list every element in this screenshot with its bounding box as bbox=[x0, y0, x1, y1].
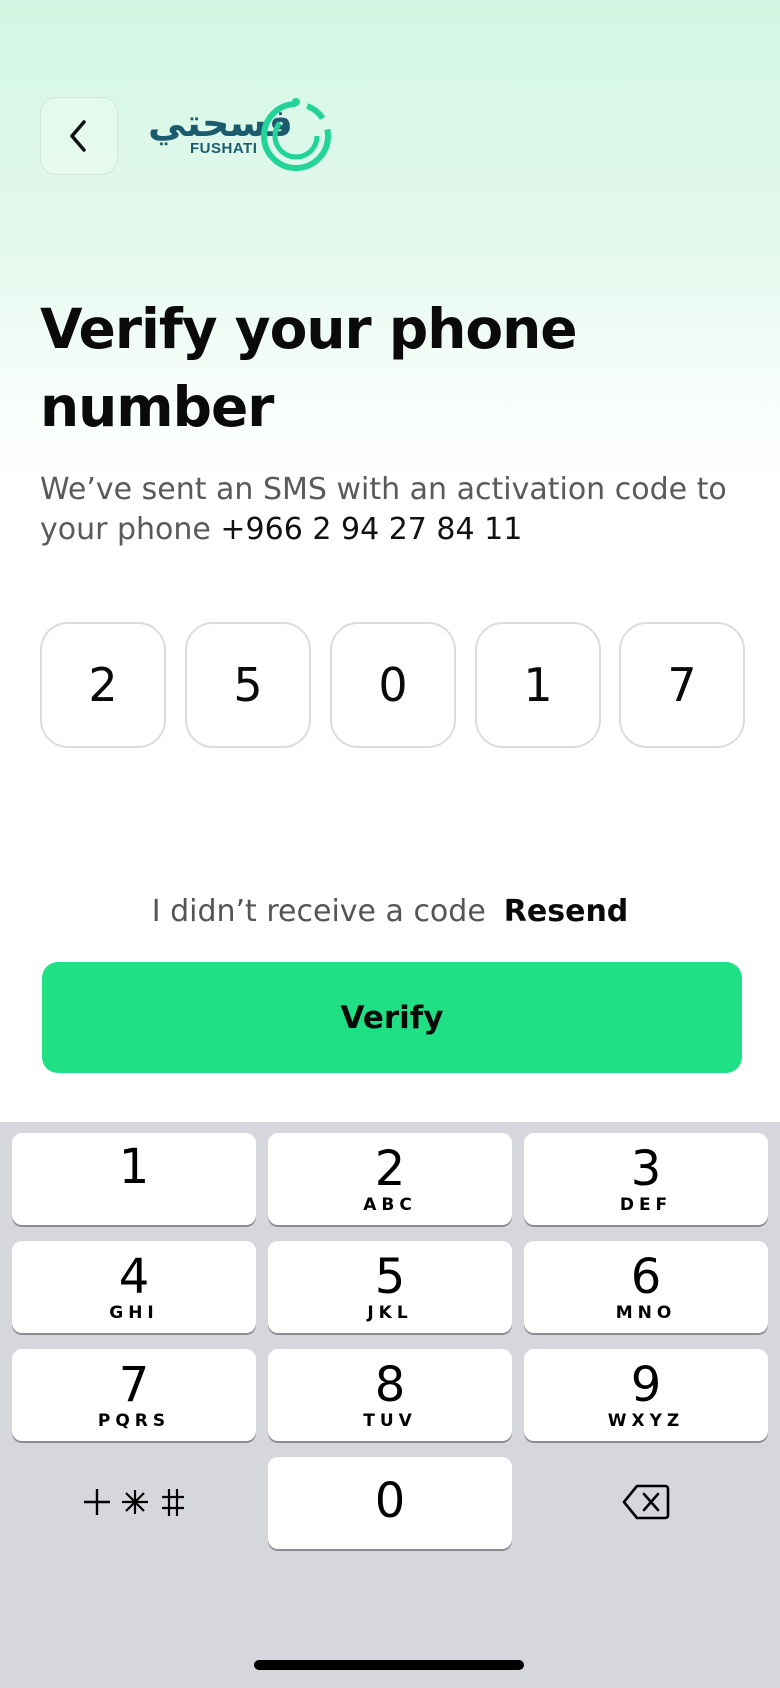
symbols-key[interactable] bbox=[12, 1456, 256, 1548]
key-7-letters: PQRS bbox=[97, 1411, 171, 1431]
key-4-letters: GHI bbox=[109, 1303, 159, 1323]
key-1[interactable]: 1 bbox=[12, 1133, 256, 1225]
page-title: Verify your phone number bbox=[40, 297, 578, 439]
key-0[interactable]: 0 bbox=[268, 1457, 512, 1549]
key-2-digit: 2 bbox=[374, 1141, 406, 1197]
otp-digit-2[interactable]: 5 bbox=[185, 622, 311, 748]
otp-digit-3[interactable]: 0 bbox=[330, 622, 456, 748]
key-1-digit: 1 bbox=[118, 1139, 150, 1195]
key-8-letters: TUV bbox=[363, 1411, 417, 1431]
brand-logo: فسحتي FUSHATI bbox=[148, 96, 334, 176]
key-3-letters: DEF bbox=[619, 1195, 673, 1215]
key-5[interactable]: 5 JKL bbox=[268, 1241, 512, 1333]
key-8-digit: 8 bbox=[374, 1357, 406, 1413]
otp-digit-4[interactable]: 1 bbox=[475, 622, 601, 748]
key-6-digit: 6 bbox=[630, 1249, 662, 1305]
key-6-letters: MNO bbox=[615, 1303, 677, 1323]
key-3-digit: 3 bbox=[630, 1141, 662, 1197]
resend-row: I didn’t receive a code Resend bbox=[0, 888, 780, 936]
otp-input-group: 2 5 0 1 7 bbox=[40, 622, 747, 750]
chevron-left-icon bbox=[70, 120, 86, 152]
otp-digit-1[interactable]: 2 bbox=[40, 622, 166, 748]
key-9[interactable]: 9 WXYZ bbox=[524, 1349, 768, 1441]
sms-description: We’ve sent an SMS with an activation cod… bbox=[40, 470, 740, 550]
plus-star-hash-icon bbox=[84, 1489, 184, 1516]
key-9-digit: 9 bbox=[630, 1357, 662, 1413]
verify-button[interactable]: Verify bbox=[42, 962, 742, 1073]
key-2[interactable]: 2 ABC bbox=[268, 1133, 512, 1225]
key-4-digit: 4 bbox=[118, 1249, 150, 1305]
header-gradient-area bbox=[0, 0, 780, 1122]
resend-prompt: I didn’t receive a code bbox=[151, 894, 486, 929]
logo-latin-wordmark: FUSHATI bbox=[190, 140, 258, 157]
key-2-letters: ABC bbox=[363, 1195, 417, 1215]
key-3[interactable]: 3 DEF bbox=[524, 1133, 768, 1225]
key-5-letters: JKL bbox=[367, 1303, 413, 1323]
key-4[interactable]: 4 GHI bbox=[12, 1241, 256, 1333]
key-7[interactable]: 7 PQRS bbox=[12, 1349, 256, 1441]
key-9-letters: WXYZ bbox=[607, 1411, 685, 1431]
back-button[interactable] bbox=[40, 97, 118, 175]
key-8[interactable]: 8 TUV bbox=[268, 1349, 512, 1441]
backspace-icon bbox=[622, 1484, 670, 1520]
logo-ring-icon bbox=[261, 98, 331, 171]
otp-digit-5[interactable]: 7 bbox=[619, 622, 745, 748]
key-5-digit: 5 bbox=[374, 1249, 406, 1305]
key-7-digit: 7 bbox=[118, 1357, 150, 1413]
key-6[interactable]: 6 MNO bbox=[524, 1241, 768, 1333]
key-0-digit: 0 bbox=[374, 1473, 406, 1529]
phone-number: +966 2 94 27 84 11 bbox=[220, 512, 523, 547]
delete-key[interactable] bbox=[524, 1456, 768, 1548]
resend-link[interactable]: Resend bbox=[504, 894, 628, 929]
home-indicator bbox=[254, 1660, 524, 1670]
